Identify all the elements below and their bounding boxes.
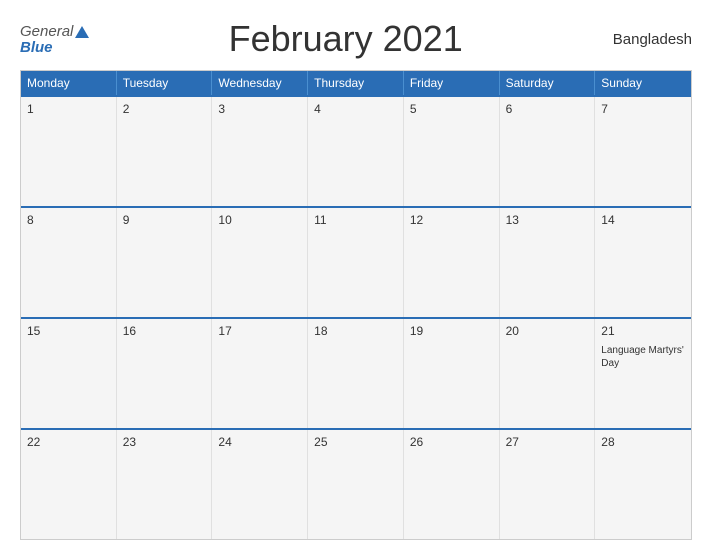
day-25: 25 [308,430,404,539]
day-21: 21 Language Martyrs' Day [595,319,691,428]
day-22: 22 [21,430,117,539]
day-10: 10 [212,208,308,317]
header: General Blue February 2021 Bangladesh [20,18,692,60]
day-6: 6 [500,97,596,206]
header-sunday: Sunday [595,71,691,95]
logo-general-text: General [20,23,73,40]
day-18: 18 [308,319,404,428]
day-1: 1 [21,97,117,206]
day-8: 8 [21,208,117,317]
header-monday: Monday [21,71,117,95]
calendar-page: General Blue February 2021 Bangladesh Mo… [0,0,712,550]
header-thursday: Thursday [308,71,404,95]
day-26: 26 [404,430,500,539]
calendar-title: February 2021 [89,18,602,60]
week-row-1: 1 2 3 4 5 6 7 [21,95,691,206]
header-wednesday: Wednesday [212,71,308,95]
header-friday: Friday [404,71,500,95]
day-2: 2 [117,97,213,206]
day-7: 7 [595,97,691,206]
day-19: 19 [404,319,500,428]
calendar-header-row: Monday Tuesday Wednesday Thursday Friday… [21,71,691,95]
day-4: 4 [308,97,404,206]
country-label: Bangladesh [602,31,692,48]
day-11: 11 [308,208,404,317]
header-tuesday: Tuesday [117,71,213,95]
week-row-4: 22 23 24 25 26 27 28 [21,428,691,539]
day-14: 14 [595,208,691,317]
day-12: 12 [404,208,500,317]
logo-triangle-icon [75,26,89,38]
logo-blue-text: Blue [20,40,53,55]
day-28: 28 [595,430,691,539]
day-27: 27 [500,430,596,539]
day-16: 16 [117,319,213,428]
day-15: 15 [21,319,117,428]
calendar-body: 1 2 3 4 5 6 7 8 9 10 11 12 13 14 15 [21,95,691,539]
calendar-grid: Monday Tuesday Wednesday Thursday Friday… [20,70,692,540]
event-language-martyrs-day: Language Martyrs' Day [601,344,685,370]
day-17: 17 [212,319,308,428]
header-saturday: Saturday [500,71,596,95]
week-row-3: 15 16 17 18 19 20 21 Language Martyrs' D… [21,317,691,428]
day-9: 9 [117,208,213,317]
day-23: 23 [117,430,213,539]
logo: General Blue [20,23,89,55]
week-row-2: 8 9 10 11 12 13 14 [21,206,691,317]
day-13: 13 [500,208,596,317]
day-3: 3 [212,97,308,206]
day-24: 24 [212,430,308,539]
day-20: 20 [500,319,596,428]
day-5: 5 [404,97,500,206]
